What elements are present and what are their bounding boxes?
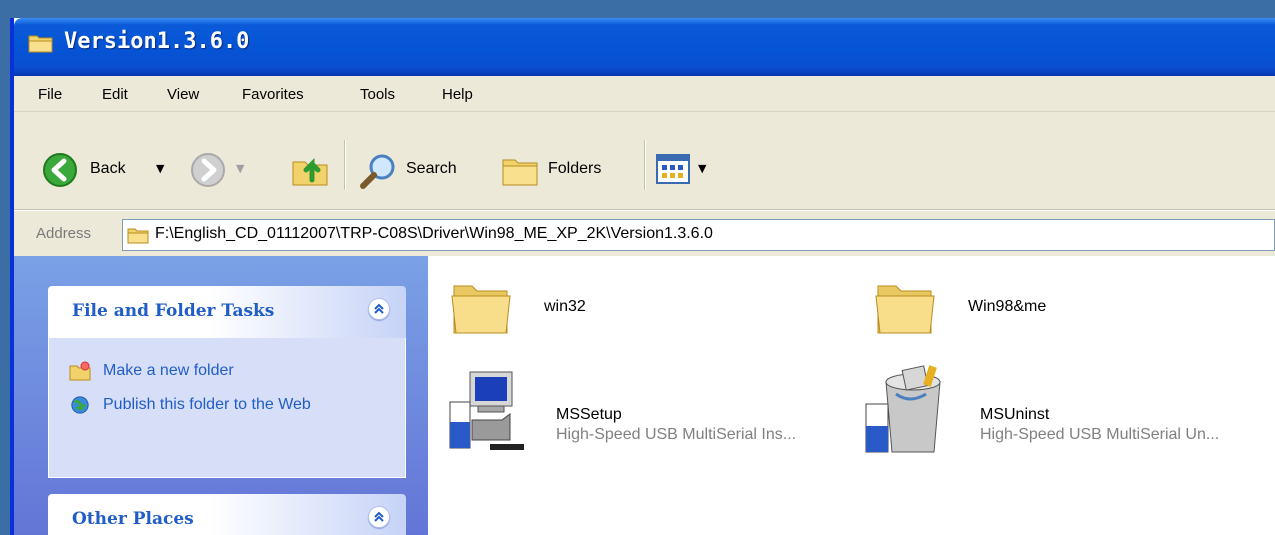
views-grid-icon [656, 154, 690, 184]
forward-button[interactable]: ▼ [190, 152, 260, 192]
back-label: Back [90, 160, 126, 177]
menu-edit[interactable]: Edit [102, 86, 128, 103]
item-name: Win98&me [968, 298, 1047, 315]
toolbar-separator [644, 140, 646, 190]
folder-item-win98me[interactable]: Win98&me [874, 276, 1214, 348]
other-places-panel: Other Places [48, 494, 406, 535]
address-bar: Address F:\English_CD_01112007\TRP-C08S\… [14, 210, 1275, 256]
folder-icon [875, 285, 935, 334]
views-dropdown-icon[interactable]: ▼ [698, 162, 706, 175]
file-item-msuninst[interactable]: MSUninst High-Speed USB MultiSerial Un..… [860, 364, 1275, 458]
file-folder-tasks-panel: File and Folder Tasks Make a new folder [48, 286, 406, 478]
publish-web-icon [71, 396, 89, 414]
menu-tools[interactable]: Tools [360, 86, 395, 103]
item-description: High-Speed USB MultiSerial Ins... [556, 426, 797, 443]
task-publish-web[interactable]: Publish this folder to the Web [69, 394, 343, 415]
menu-help[interactable]: Help [442, 86, 473, 103]
forward-dropdown-icon[interactable]: ▼ [236, 162, 244, 175]
item-name: win32 [544, 298, 586, 315]
folder-icon [451, 285, 511, 334]
menu-file[interactable]: File [38, 86, 62, 103]
toolbar: Back ▼ ▼ Search Folders ▼ [14, 112, 1275, 210]
folder-icon [127, 228, 149, 244]
back-button[interactable]: Back ▼ [38, 152, 178, 192]
panel-title: Other Places [72, 509, 194, 529]
item-description: High-Speed USB MultiSerial Un... [980, 426, 1220, 443]
folders-label: Folders [548, 160, 602, 177]
panel-header[interactable]: Other Places [48, 494, 406, 535]
panel-header[interactable]: File and Folder Tasks [48, 286, 406, 338]
item-name: MSSetup [556, 406, 622, 423]
new-folder-icon [69, 361, 91, 381]
explorer-window: Version1.3.6.0 File Edit View Favorites … [10, 18, 1275, 535]
menu-favorites[interactable]: Favorites [242, 86, 304, 103]
address-label: Address [36, 225, 92, 242]
back-dropdown-icon[interactable]: ▼ [156, 162, 164, 175]
folder-icon [28, 35, 53, 53]
search-button[interactable]: Search [358, 152, 478, 192]
uninstaller-icon [865, 365, 941, 453]
task-pane: File and Folder Tasks Make a new folder [14, 256, 428, 535]
back-arrow-icon [43, 153, 77, 187]
collapse-chevron-icon[interactable] [368, 298, 390, 320]
folder-up-icon [292, 157, 328, 186]
menu-bar: File Edit View Favorites Tools Help [14, 76, 1275, 112]
folders-button[interactable]: Folders [500, 152, 630, 192]
task-make-new-folder[interactable]: Make a new folder [69, 360, 343, 381]
toolbar-separator [344, 140, 346, 190]
address-field[interactable]: F:\English_CD_01112007\TRP-C08S\Driver\W… [122, 219, 1275, 251]
up-folder-button[interactable] [290, 150, 334, 194]
menu-view[interactable]: View [167, 86, 199, 103]
search-label: Search [406, 160, 457, 177]
magnifier-icon [360, 154, 395, 189]
panel-title: File and Folder Tasks [72, 301, 275, 321]
title-bar[interactable]: Version1.3.6.0 [14, 18, 1275, 76]
item-name: MSUninst [980, 406, 1050, 423]
file-item-mssetup[interactable]: MSSetup High-Speed USB MultiSerial Ins..… [444, 366, 854, 456]
folders-icon [502, 159, 538, 186]
forward-arrow-icon [191, 153, 225, 187]
installer-icon [449, 371, 524, 450]
folder-item-win32[interactable]: win32 [450, 276, 790, 348]
window-title: Version1.3.6.0 [64, 29, 250, 54]
views-button[interactable]: ▼ [656, 154, 716, 190]
panel-body: Make a new folder Publish this folder to… [48, 338, 406, 478]
task-label: Make a new folder [103, 362, 234, 379]
address-path: F:\English_CD_01112007\TRP-C08S\Driver\W… [155, 225, 713, 242]
collapse-chevron-icon[interactable] [368, 506, 390, 528]
task-label: Publish this folder to the Web [103, 396, 311, 413]
